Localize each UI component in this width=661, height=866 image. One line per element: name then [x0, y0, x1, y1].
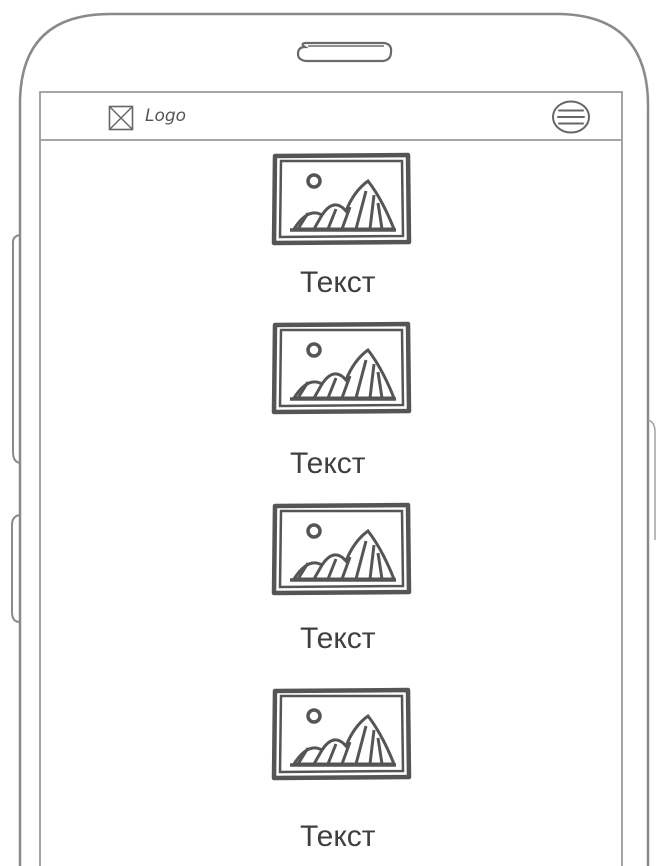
item-label[interactable]: Текст: [300, 265, 376, 301]
image-placeholder-icon: [108, 105, 134, 131]
logo-label[interactable]: Logo: [145, 104, 186, 128]
item-label[interactable]: Текст: [300, 621, 376, 657]
image-icon[interactable]: [270, 686, 412, 782]
image-icon[interactable]: [270, 151, 412, 247]
item-label[interactable]: Текст: [290, 446, 366, 482]
item-label[interactable]: Текст: [300, 819, 376, 855]
image-icon[interactable]: [270, 320, 412, 416]
hamburger-menu-icon[interactable]: [551, 99, 591, 135]
image-icon[interactable]: [270, 501, 412, 597]
